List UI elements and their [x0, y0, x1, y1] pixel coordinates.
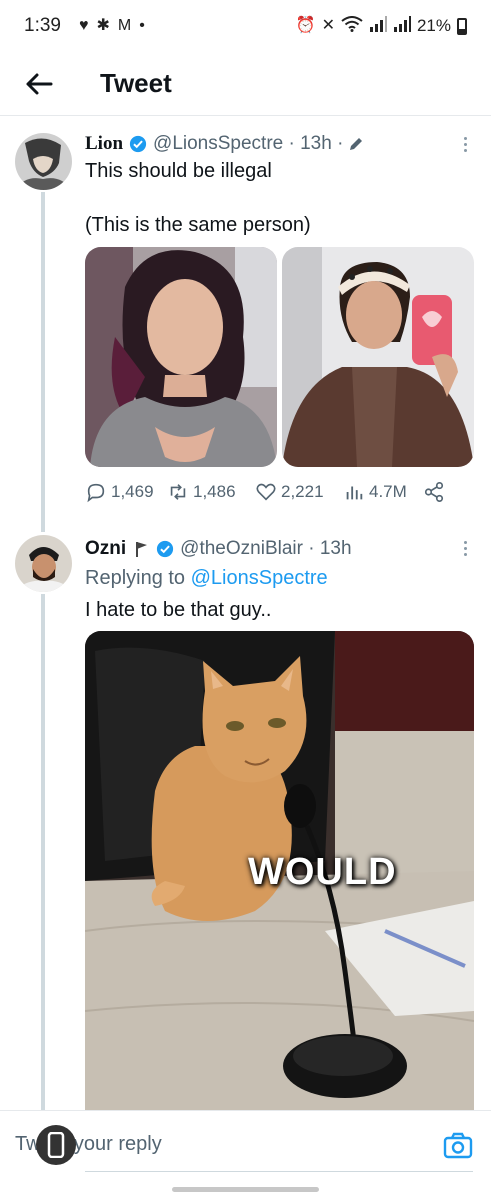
retweet-count: 1,486 — [193, 482, 236, 501]
like-button[interactable]: 2,221 — [255, 481, 343, 503]
avatar[interactable] — [15, 535, 72, 592]
tweet-text-line: (This is the same person) — [85, 214, 311, 236]
dot-icon: • — [139, 17, 145, 34]
status-time: 1:39 — [24, 15, 61, 36]
thread-connector — [41, 192, 45, 532]
phone-overlay-icon — [36, 1125, 76, 1165]
verified-badge-icon — [157, 540, 174, 558]
tweet-actions: 1,469 1,486 2,221 4.7M — [85, 481, 465, 503]
wifi-icon — [341, 16, 363, 36]
view-count: 4.7M — [369, 482, 407, 501]
user-handle[interactable]: @LionsSpectre · 13h · — [153, 133, 343, 155]
reply-button[interactable]: 1,469 — [85, 481, 167, 503]
replying-prefix: Replying to — [85, 567, 191, 589]
reply-count: 1,469 — [111, 482, 154, 501]
like-count: 2,221 — [281, 482, 324, 501]
battery-percent: 21% — [416, 16, 451, 35]
tweet-header: Lion @LionsSpectre · 13h · — [85, 133, 365, 155]
flag-icon — [136, 542, 148, 557]
gmail-notification-icon: M — [117, 17, 132, 34]
avatar[interactable] — [15, 133, 72, 190]
tweet-text: I hate to be that guy.. — [85, 599, 272, 621]
user-handle[interactable]: @theOzniBlair · 13h — [180, 538, 351, 560]
top-app-bar: Tweet — [0, 52, 491, 116]
edit-pencil-icon — [350, 138, 363, 150]
tweet-header: Ozni @theOzniBlair · 13h — [85, 538, 352, 560]
replying-to-link[interactable]: @LionsSpectre — [191, 567, 328, 589]
mute-icon: ✕ — [321, 17, 335, 34]
status-bar: 1:39 ♥ ✱ M • ⏰ ✕ 21% — [0, 0, 491, 52]
reply-icon — [87, 483, 105, 503]
views-button[interactable]: 4.7M — [343, 481, 423, 503]
paw-notification-icon: ✱ — [96, 17, 110, 34]
display-name[interactable]: Ozni — [85, 538, 126, 560]
signal-icon-2 — [393, 16, 411, 36]
tweet-photo-right[interactable] — [282, 247, 474, 467]
camera-icon[interactable] — [443, 1131, 473, 1161]
more-options-icon[interactable] — [461, 541, 469, 556]
replying-to-line: Replying to @LionsSpectre — [85, 565, 328, 591]
back-arrow-icon[interactable] — [24, 69, 54, 99]
meme-caption: WOULD — [248, 851, 397, 893]
tweet-meme-image[interactable]: WOULD — [85, 631, 474, 1110]
verified-badge-icon — [129, 135, 147, 153]
alarm-icon: ⏰ — [295, 17, 316, 34]
heart-notification-icon: ♥ — [78, 17, 89, 34]
signal-icon-1 — [369, 16, 387, 36]
battery-icon — [457, 17, 467, 35]
share-button[interactable] — [423, 481, 445, 503]
retweet-button[interactable]: 1,486 — [167, 481, 255, 503]
heart-icon — [256, 483, 276, 501]
display-name[interactable]: Lion — [85, 133, 123, 155]
page-title: Tweet — [100, 68, 172, 98]
reply-divider — [85, 1171, 473, 1172]
share-icon — [424, 482, 444, 502]
retweet-icon — [170, 484, 186, 500]
gesture-nav-pill[interactable] — [172, 1187, 319, 1192]
analytics-icon — [346, 486, 363, 500]
more-options-icon[interactable] — [461, 137, 469, 152]
reply-compose-bar: Tweet your reply — [0, 1110, 491, 1182]
tweet-text-line: This should be illegal — [85, 160, 272, 182]
thread-connector — [41, 594, 45, 1110]
tweet-photo-left[interactable] — [85, 247, 277, 467]
